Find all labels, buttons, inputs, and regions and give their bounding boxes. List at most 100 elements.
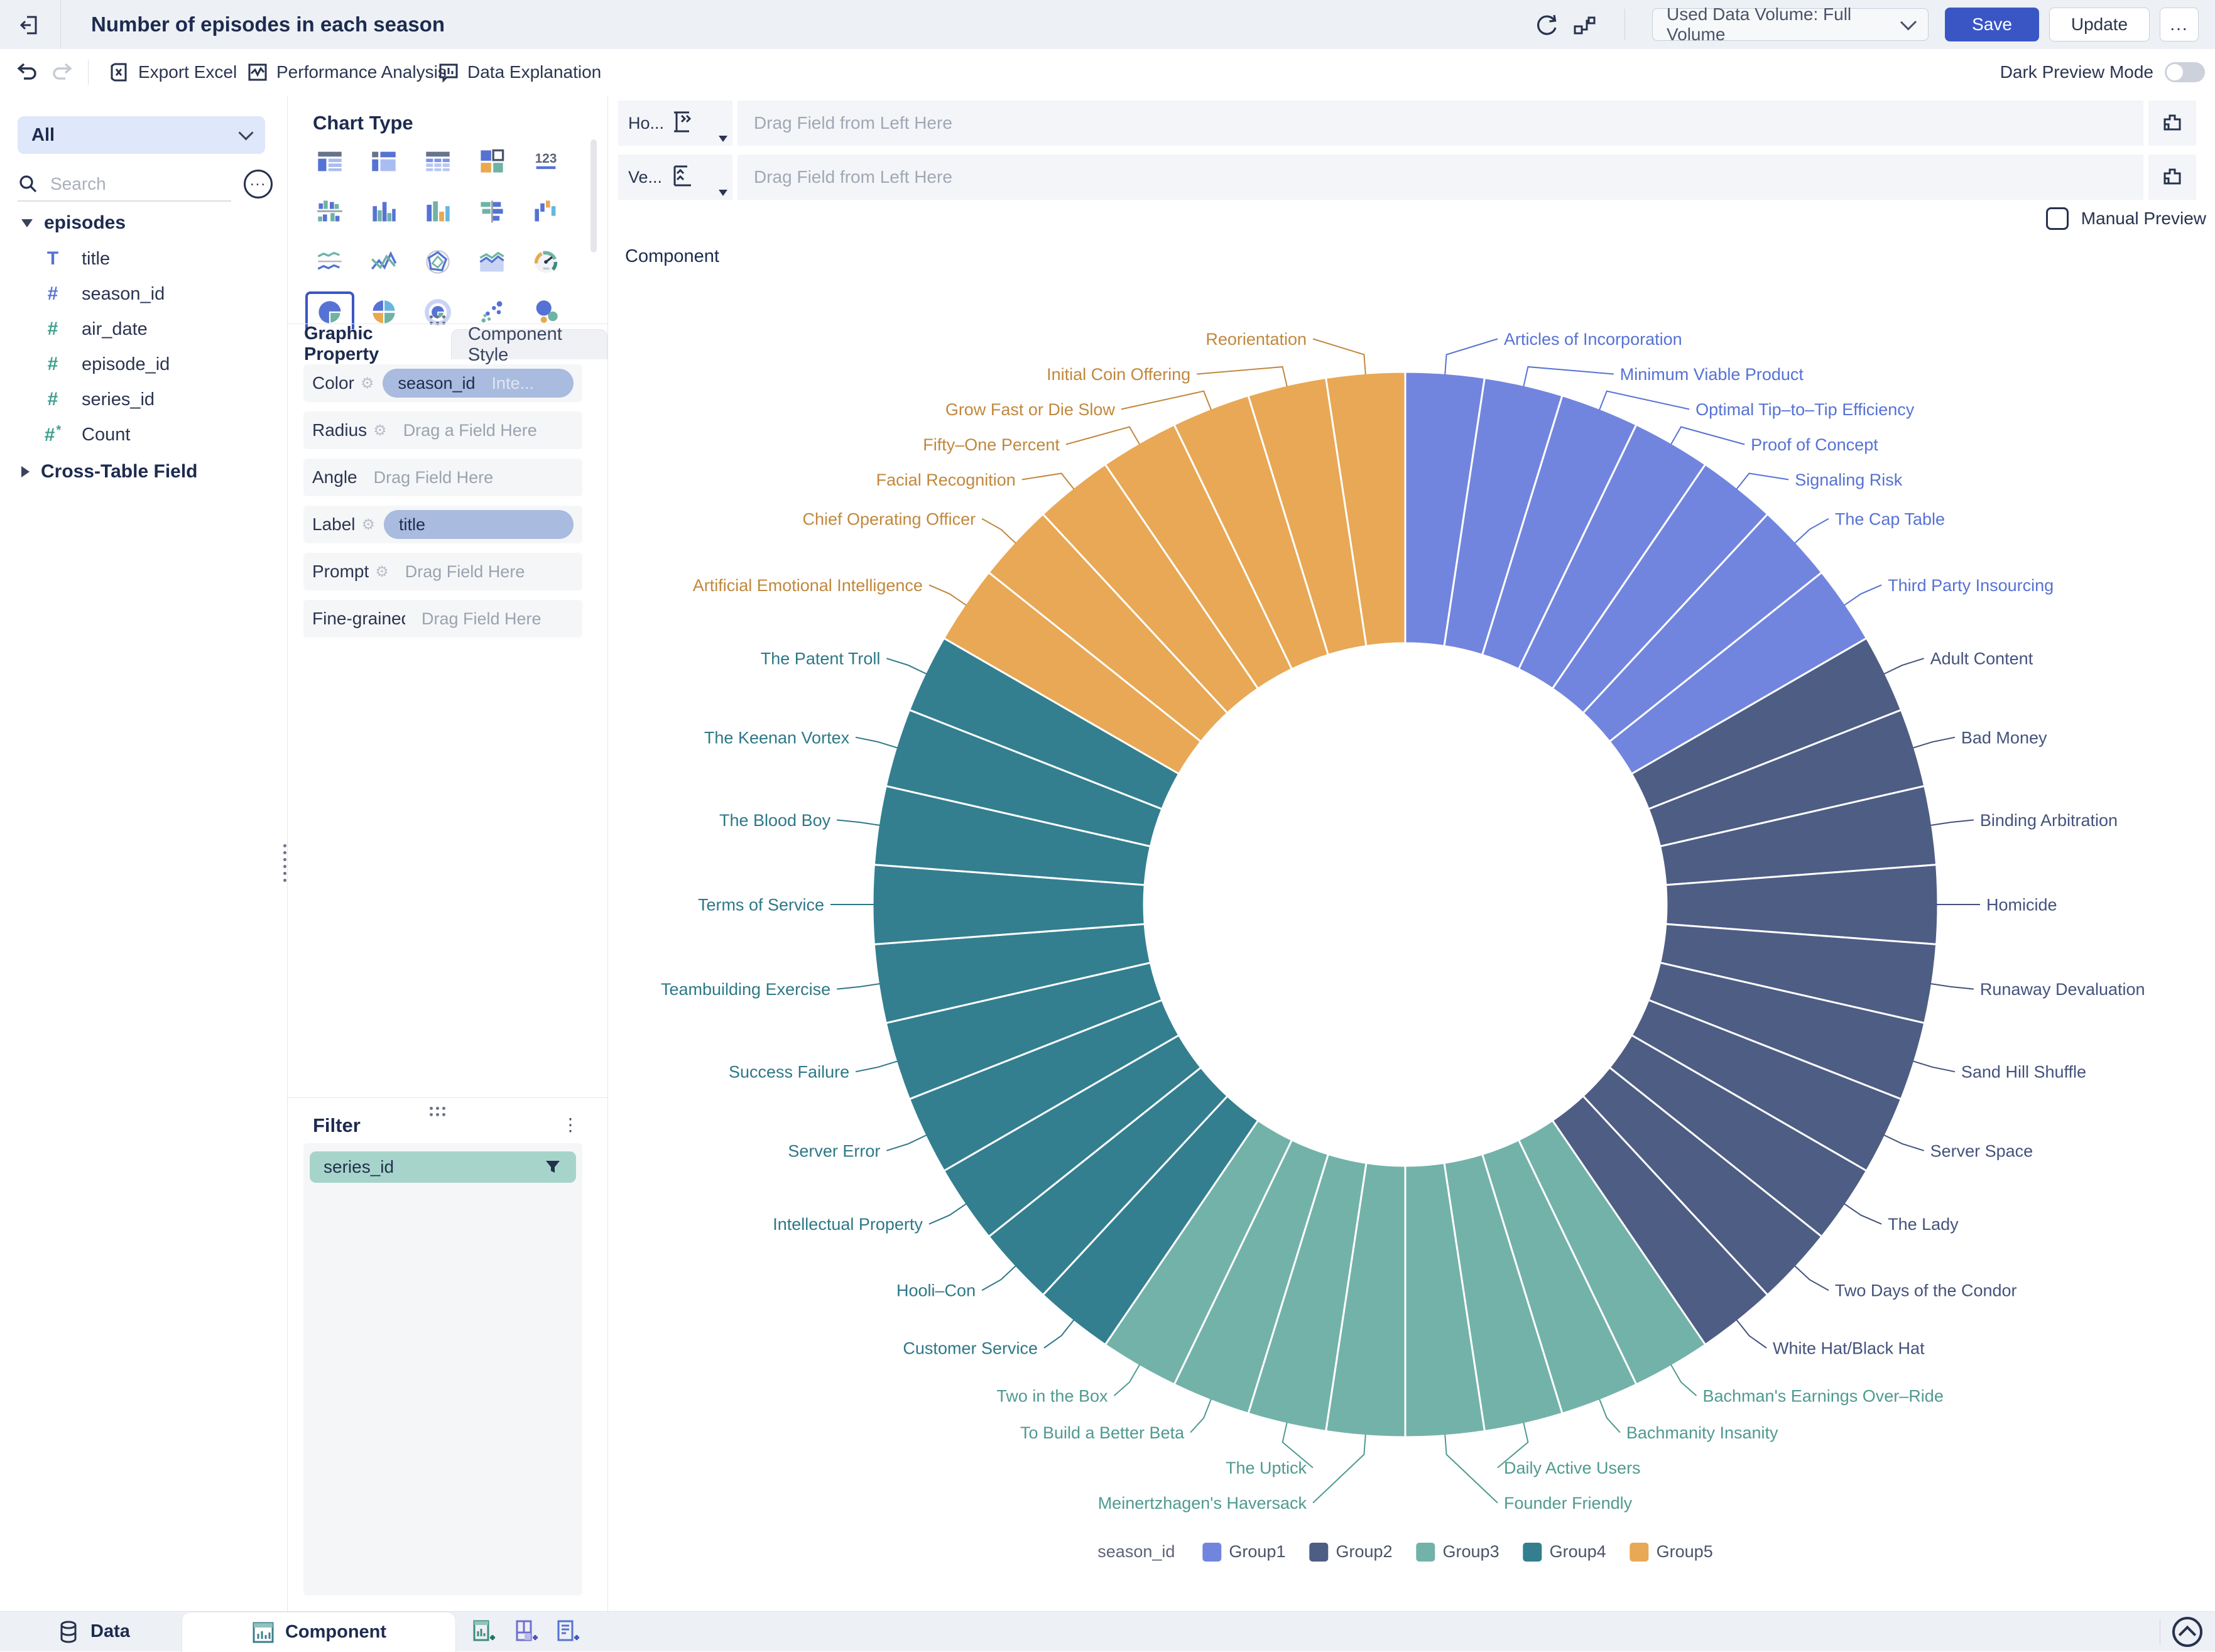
donut-chart[interactable]: Articles of IncorporationMinimum Viable … <box>628 264 2167 1583</box>
chart-type-table-pane[interactable] <box>359 141 408 182</box>
vertical-axis-selector[interactable]: Ve... <box>618 155 732 200</box>
label-line <box>1066 427 1140 445</box>
label-line <box>1795 1266 1829 1290</box>
save-button[interactable]: Save <box>1945 8 2039 41</box>
legend-item-group4[interactable]: Group4 <box>1523 1542 1606 1562</box>
horizontal-drop-zone[interactable]: Drag Field from Left Here <box>737 101 2143 146</box>
field-item-air-date[interactable]: # air_date <box>39 314 148 344</box>
manual-preview-checkbox[interactable] <box>2046 207 2069 230</box>
slice-label: The Uptick <box>1226 1459 1307 1477</box>
field-item-season-id[interactable]: # season_id <box>39 279 165 309</box>
field-item-count[interactable]: #* Count <box>39 420 130 450</box>
dark-preview-toggle[interactable] <box>2165 62 2205 82</box>
chart-type-line[interactable] <box>359 241 408 283</box>
data-volume-select[interactable]: Used Data Volume: Full Volume <box>1652 8 1929 41</box>
add-chart-button[interactable] <box>470 1618 498 1646</box>
section-drag-handle[interactable] <box>430 1107 445 1116</box>
redo-button[interactable] <box>52 49 74 95</box>
property-row-angle[interactable]: Angle Drag Field Here <box>303 459 582 496</box>
property-row-prompt[interactable]: Prompt ⚙ Drag Field Here <box>303 553 582 590</box>
chart-type-table-grid[interactable] <box>413 141 462 182</box>
panel-resize-handle[interactable] <box>283 844 286 882</box>
legend-label: Group4 <box>1550 1542 1606 1562</box>
chart-type-grouped-bar[interactable] <box>305 191 354 232</box>
axis-caret-icon[interactable] <box>719 190 727 196</box>
add-report-button[interactable] <box>554 1618 582 1646</box>
legend-swatch <box>1630 1543 1649 1562</box>
gear-icon[interactable]: ⚙ <box>373 421 387 439</box>
database-icon <box>57 1620 80 1644</box>
cross-table-node[interactable]: Cross-Table Field <box>21 461 198 482</box>
slice-label: Proof of Concept <box>1751 435 1878 454</box>
refresh-button[interactable] <box>1533 11 1562 40</box>
toolbar: Export Excel Performance Analysis Data E… <box>0 49 2215 96</box>
chart-type-quadrant[interactable] <box>467 141 516 182</box>
more-button[interactable]: ... <box>2160 8 2199 41</box>
legend-item-group1[interactable]: Group1 <box>1202 1542 1285 1562</box>
field-item-episode-id[interactable]: # episode_id <box>39 349 170 379</box>
property-row-label: Label ⚙ title <box>303 506 582 543</box>
filter-menu-icon[interactable]: ⋮ <box>562 1114 579 1135</box>
chart-type-gauge[interactable] <box>521 241 570 283</box>
update-button[interactable]: Update <box>2049 8 2150 41</box>
chart-type-radar[interactable] <box>413 241 462 283</box>
fields-sidebar: All ... episodes T title # season_id # a… <box>0 95 288 1611</box>
caret-expanded-icon <box>21 219 33 227</box>
axis-caret-icon[interactable] <box>719 136 727 142</box>
gear-icon[interactable]: ⚙ <box>362 516 376 533</box>
tab-component[interactable]: Component <box>182 1612 456 1652</box>
property-row-radius[interactable]: Radius ⚙ Drag a Field Here <box>303 411 582 449</box>
svg-text:123: 123 <box>535 151 557 166</box>
slice-label: Terms of Service <box>698 895 824 914</box>
field-item-title[interactable]: T title <box>39 244 110 274</box>
slice-label: Server Error <box>788 1141 880 1160</box>
add-layout-button[interactable] <box>513 1618 540 1646</box>
filter-drop-area[interactable]: series_id <box>303 1143 582 1595</box>
legend-item-group3[interactable]: Group3 <box>1417 1542 1499 1562</box>
vertical-axis-row: Ve... Drag Field from Left Here <box>618 155 2196 200</box>
label-line <box>1913 1061 1955 1072</box>
label-line <box>1795 519 1829 543</box>
label-line <box>856 737 898 748</box>
chart-type-area[interactable] <box>467 241 516 283</box>
dataset-selector[interactable]: All <box>18 116 265 154</box>
tab-data[interactable]: Data <box>38 1612 149 1651</box>
color-field-pill[interactable]: season_id Inte... <box>383 369 574 398</box>
data-explanation-button[interactable]: Data Explanation <box>437 49 601 95</box>
chart-type-waterfall[interactable] <box>521 191 570 232</box>
vertical-drop-zone[interactable]: Drag Field from Left Here <box>737 155 2143 200</box>
toolbar-divider <box>88 60 89 85</box>
chart-type-horizontal-bar[interactable] <box>467 191 516 232</box>
chart-type-bar[interactable] <box>359 191 408 232</box>
chart-type-indicator[interactable]: 123 <box>521 141 570 182</box>
slice-label: Meinertzhagen's Haversack <box>1098 1494 1307 1513</box>
legend-title: season_id <box>1097 1542 1175 1562</box>
legend-item-group2[interactable]: Group2 <box>1309 1542 1392 1562</box>
chart-type-table-detail[interactable] <box>305 141 354 182</box>
legend-item-group5[interactable]: Group5 <box>1630 1542 1713 1562</box>
dataset-tree-node[interactable]: episodes <box>21 212 126 234</box>
export-excel-button[interactable]: Export Excel <box>108 49 237 95</box>
collapse-button[interactable] <box>2172 1617 2202 1647</box>
chart-type-bar-multi[interactable] <box>413 191 462 232</box>
field-options-button[interactable]: ... <box>244 170 273 198</box>
tab-graphic-property[interactable]: Graphic Property <box>288 329 451 359</box>
gear-icon[interactable]: ⚙ <box>375 563 389 580</box>
label-line <box>1884 1135 1924 1151</box>
property-row-fine-grained[interactable]: Fine-grained Drag Field Here <box>303 600 582 638</box>
field-item-series-id[interactable]: # series_id <box>39 384 155 415</box>
label-field-pill[interactable]: title <box>384 510 574 539</box>
chart-type-scrollbar[interactable] <box>590 139 597 253</box>
back-button[interactable] <box>16 11 44 39</box>
vertical-format-button[interactable] <box>2148 155 2196 200</box>
horizontal-axis-selector[interactable]: Ho... <box>618 101 732 146</box>
gear-icon[interactable]: ⚙ <box>361 374 374 392</box>
horizontal-format-button[interactable] <box>2148 101 2196 146</box>
flow-button[interactable] <box>1570 11 1599 40</box>
undo-button[interactable] <box>15 49 38 95</box>
performance-analysis-button[interactable]: Performance Analysis <box>246 49 447 95</box>
tab-component-style[interactable]: Component Style <box>451 329 607 359</box>
filter-field-pill[interactable]: series_id <box>310 1151 576 1183</box>
chart-type-line-double[interactable] <box>305 241 354 283</box>
search-input[interactable] <box>49 173 202 195</box>
